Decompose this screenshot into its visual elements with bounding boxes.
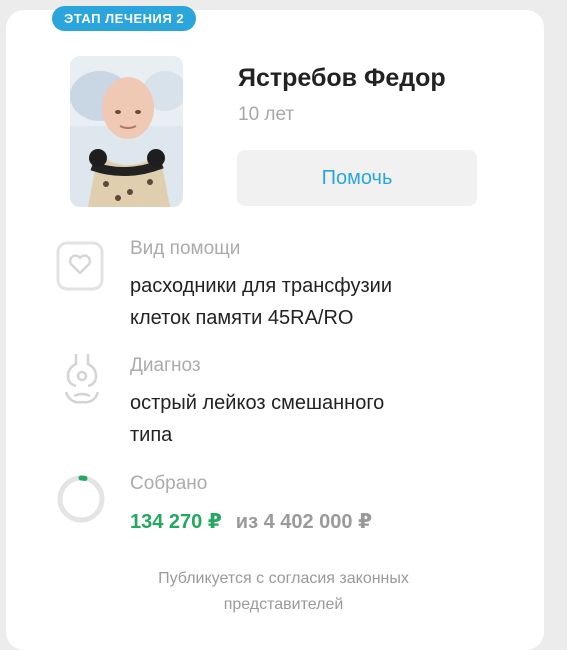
person-name: Ястребов Федор	[238, 64, 446, 92]
stage-badge: ЭТАП ЛЕЧЕНИЯ 2	[52, 6, 197, 31]
diagnosis-line: типа	[130, 424, 173, 446]
funds-amounts: 134 270 ₽ из 4 402 000 ₽	[130, 509, 372, 534]
heart-icon	[56, 241, 104, 296]
diagnosis-label: Диагноз	[130, 355, 201, 376]
consent-note: Публикуется с согласия законных представ…	[0, 566, 567, 618]
body-diagnosis-icon	[62, 352, 102, 417]
help-button[interactable]: Помочь	[237, 150, 477, 206]
progress-ring-icon	[56, 474, 106, 529]
aid-type-value: расходники для трансфузии клеток памяти …	[130, 270, 490, 334]
aid-type-label: Вид помощи	[130, 238, 241, 259]
diagnosis-line: острый лейкоз смешанного	[130, 392, 385, 414]
funds-label: Собрано	[130, 473, 208, 494]
consent-line: представителей	[223, 596, 344, 613]
aid-type-line: клеток памяти 45RA/RO	[130, 307, 354, 329]
child-photo	[70, 56, 183, 207]
diagnosis-value: острый лейкоз смешанного типа	[130, 387, 490, 451]
consent-line: Публикуется с согласия законных	[158, 570, 409, 587]
raised-amount: 134 270 ₽	[130, 511, 222, 533]
aid-type-line: расходники для трансфузии	[130, 275, 392, 297]
person-age: 10 лет	[238, 104, 295, 125]
goal-amount: из 4 402 000 ₽	[235, 511, 373, 533]
